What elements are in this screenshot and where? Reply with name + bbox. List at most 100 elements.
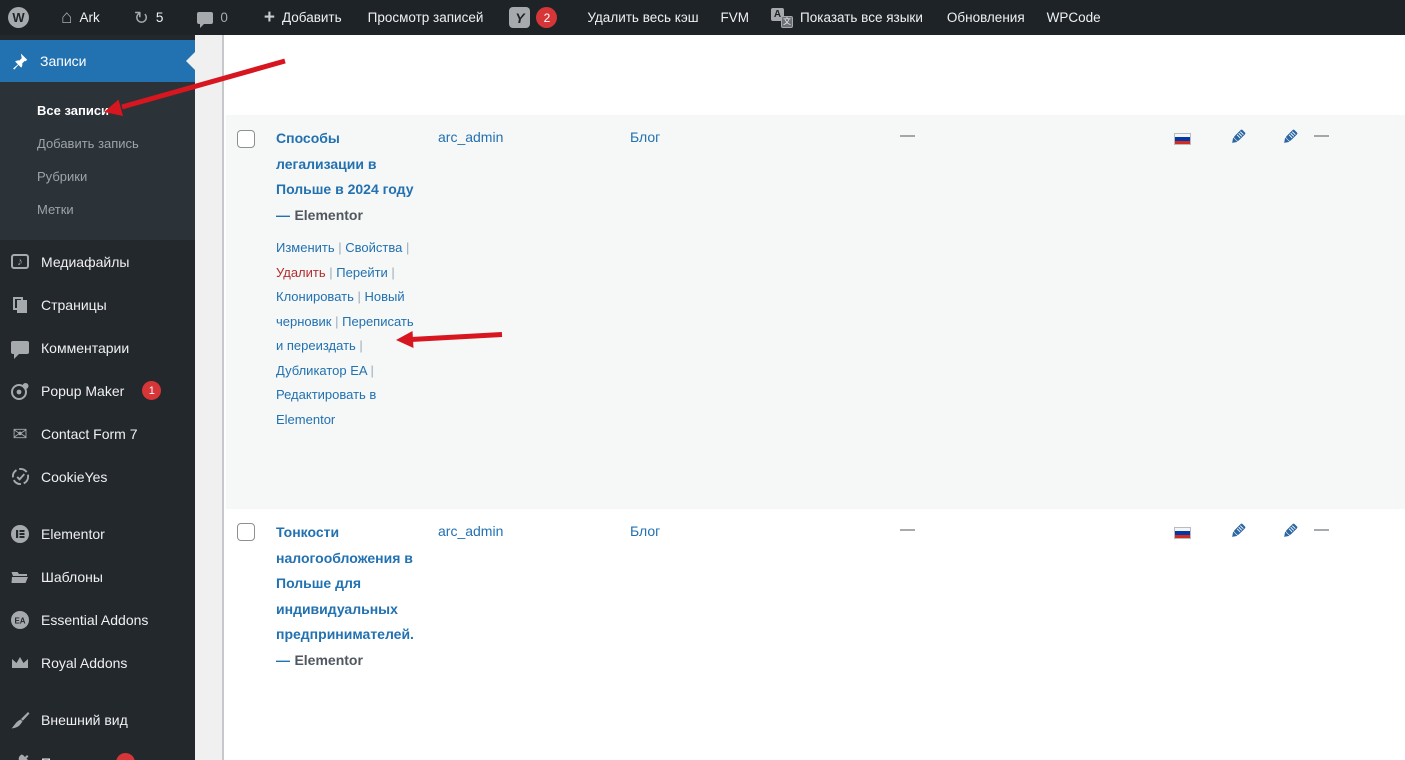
view-posts-label: Просмотр записей	[367, 10, 484, 25]
add-new-label: Добавить	[281, 10, 342, 25]
sidebar-cf7-label: Contact Form 7	[41, 425, 138, 442]
submenu-categories[interactable]: Рубрики	[0, 160, 195, 193]
add-new-menu[interactable]: + Добавить	[255, 0, 351, 35]
post-state-label: Elementor	[294, 206, 363, 223]
current-menu-notch	[177, 52, 195, 70]
tags-empty-dash: —	[900, 127, 915, 144]
action-view[interactable]: Перейти	[336, 265, 388, 280]
edit-translation-pencil-icon[interactable]	[1229, 128, 1247, 151]
wpcode-label: WPCode	[1046, 10, 1101, 25]
post-state-label: Elementor	[294, 651, 363, 668]
submenu-tags[interactable]: Метки	[0, 193, 195, 226]
content-gutter	[195, 35, 224, 760]
show-all-languages-menu[interactable]: A 文 Показать все языки	[762, 0, 932, 35]
yoast-notification-badge: 2	[536, 7, 558, 28]
cookie-icon	[10, 467, 30, 487]
author-link[interactable]: arc_admin	[438, 523, 503, 539]
edit-translation-pencil-icon[interactable]	[1281, 128, 1299, 151]
action-edit[interactable]: Изменить	[276, 240, 335, 255]
fvm-menu[interactable]: FVM	[712, 0, 759, 35]
action-separator: |	[391, 264, 395, 280]
popup-maker-badge: 1	[142, 381, 162, 400]
view-posts-menu[interactable]: Просмотр записей	[359, 0, 493, 35]
sidebar-item-popup-maker[interactable]: Popup Maker 1	[0, 369, 195, 412]
submenu-all-posts[interactable]: Все записи	[0, 94, 195, 127]
sidebar-item-royal-addons[interactable]: Royal Addons	[0, 641, 195, 684]
row-actions: Изменить | Свойства | Удалить | Перейти …	[276, 236, 419, 432]
updates-count: 5	[155, 10, 164, 25]
home-icon: ⌂	[61, 7, 73, 28]
popup-maker-icon	[10, 381, 30, 401]
sidebar-item-posts[interactable]: Записи	[0, 40, 195, 82]
fvm-label: FVM	[720, 10, 750, 25]
action-separator: |	[338, 240, 342, 255]
author-link[interactable]: arc_admin	[438, 129, 503, 145]
show-all-languages-label: Показать все языки	[800, 10, 923, 25]
category-link[interactable]: Блог	[630, 523, 660, 539]
action-trash[interactable]: Удалить	[276, 265, 326, 280]
site-name-menu[interactable]: ⌂ Ark	[52, 0, 109, 35]
paintbrush-icon	[10, 710, 30, 730]
category-link[interactable]: Блог	[630, 129, 660, 145]
crown-icon	[10, 653, 30, 673]
svg-text:EA: EA	[14, 616, 25, 625]
comments-icon	[197, 11, 214, 28]
row-checkbox[interactable]	[237, 523, 255, 541]
sidebar-item-cookieyes[interactable]: CookieYes	[0, 455, 195, 498]
comments-icon	[10, 338, 30, 359]
sidebar-comments-label: Комментарии	[41, 339, 130, 356]
sidebar-item-elementor[interactable]: Elementor	[0, 512, 195, 555]
comments-menu[interactable]: 0	[188, 0, 237, 35]
sidebar-item-comments[interactable]: Комментарии	[0, 326, 195, 369]
admin-bar: W ⌂ Ark ↻ 5 0 + Добавить Просмотр записе…	[0, 0, 1405, 35]
action-clone[interactable]: Клонировать	[276, 289, 354, 304]
sidebar-popup-maker-label: Popup Maker	[41, 382, 125, 399]
action-separator: |	[329, 264, 333, 280]
comments-empty-dash: —	[1314, 521, 1329, 538]
sidebar-item-media[interactable]: ♪ Медиафайлы	[0, 240, 195, 283]
updates-page-menu[interactable]: Обновления	[938, 0, 1034, 35]
sidebar-elementor-label: Elementor	[41, 525, 105, 542]
action-edit-with-elementor[interactable]: Редактировать в Elementor	[276, 387, 376, 427]
sidebar-item-contact-form-7[interactable]: ✉ Contact Form 7	[0, 412, 195, 455]
plus-icon: +	[263, 7, 275, 28]
sidebar-cookieyes-label: CookieYes	[41, 468, 108, 485]
comments-empty-dash: —	[1314, 127, 1329, 144]
sidebar-item-appearance[interactable]: Внешний вид	[0, 698, 195, 741]
wordpress-logo-menu[interactable]: W	[0, 0, 38, 35]
updates-icon: ↻	[133, 7, 149, 28]
yoast-icon: Y	[509, 7, 531, 28]
site-name-label: Ark	[79, 10, 100, 25]
submenu-add-post[interactable]: Добавить запись	[0, 127, 195, 160]
sidebar-separator	[0, 684, 195, 698]
sidebar-item-essential-addons[interactable]: EA Essential Addons	[0, 598, 195, 641]
title-cell: Тонкости налогообложения в Польше для ин…	[276, 520, 419, 673]
action-quick-edit[interactable]: Свойства	[345, 240, 402, 255]
media-icon: ♪	[10, 252, 30, 272]
admin-sidebar: Записи Все записи Добавить запись Рубрик…	[0, 35, 195, 760]
sidebar-posts-label: Записи	[40, 53, 87, 69]
row-checkbox[interactable]	[237, 130, 255, 148]
wpcode-menu[interactable]: WPCode	[1038, 0, 1110, 35]
sidebar-royal-addons-label: Royal Addons	[41, 654, 128, 671]
action-separator: |	[335, 313, 339, 329]
translate-icon: A 文	[771, 7, 794, 28]
action-separator: |	[370, 362, 374, 378]
updates-menu[interactable]: ↻ 5	[125, 0, 173, 35]
yoast-menu[interactable]: Y 2	[500, 0, 566, 35]
comments-count: 0	[220, 10, 228, 25]
sidebar-item-plugins[interactable]: Плагины	[0, 741, 195, 760]
action-duplicator-ea[interactable]: Дубликатор EA	[276, 363, 367, 378]
sidebar-item-pages[interactable]: Страницы	[0, 283, 195, 326]
clear-cache-menu[interactable]: Удалить весь кэш	[578, 0, 707, 35]
russian-flag-icon	[1174, 132, 1191, 150]
edit-translation-pencil-icon[interactable]	[1281, 522, 1299, 545]
sidebar-item-templates[interactable]: Шаблоны	[0, 555, 195, 598]
post-title-link[interactable]: Тонкости налогообложения в Польше для ин…	[276, 524, 414, 668]
envelope-icon: ✉	[12, 423, 28, 444]
plugins-update-badge	[115, 753, 135, 760]
sidebar-pages-label: Страницы	[41, 296, 107, 313]
action-separator: |	[357, 289, 361, 304]
edit-translation-pencil-icon[interactable]	[1229, 522, 1247, 545]
folder-icon	[10, 567, 30, 587]
